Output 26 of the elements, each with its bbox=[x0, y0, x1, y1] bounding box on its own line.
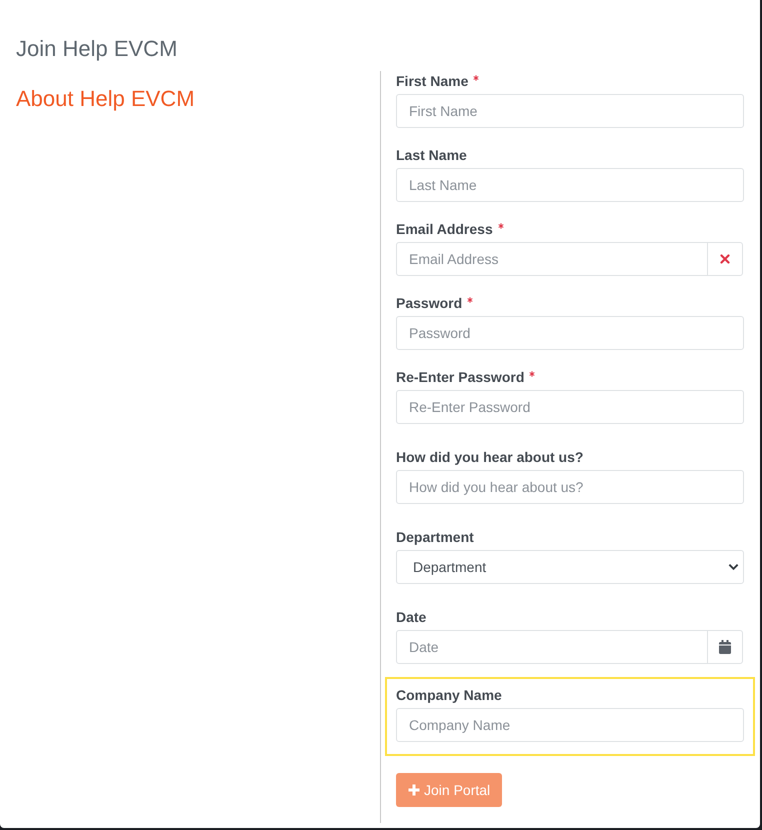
caret-icon bbox=[728, 563, 739, 571]
field-label: How did you hear about us? bbox=[396, 449, 584, 465]
section-heading: About Help EVCM bbox=[16, 85, 196, 113]
calendar-icon bbox=[719, 640, 731, 654]
department-dropdown[interactable]: Department bbox=[396, 550, 744, 584]
input-field[interactable]: Last Name bbox=[396, 168, 744, 202]
calendar-button[interactable] bbox=[707, 630, 743, 664]
clear-button[interactable] bbox=[707, 242, 743, 276]
input-field[interactable]: Email Address bbox=[396, 242, 708, 276]
field-label: Email Address bbox=[396, 221, 493, 237]
input-field[interactable]: Date bbox=[396, 630, 708, 664]
input-field[interactable]: How did you hear about us? bbox=[396, 470, 744, 504]
field-label: Department bbox=[396, 529, 474, 545]
input-field[interactable]: First Name bbox=[396, 94, 744, 128]
input-field[interactable]: Company Name bbox=[396, 708, 744, 742]
field-label: Last Name bbox=[396, 147, 467, 163]
field-label: Password bbox=[396, 295, 462, 311]
field-label: Re-Enter Password bbox=[396, 369, 524, 385]
input-field[interactable]: Re-Enter Password bbox=[396, 390, 744, 424]
page-title: Join Help EVCM bbox=[16, 35, 178, 63]
plus-icon bbox=[408, 784, 420, 796]
field-label: Date bbox=[396, 609, 426, 625]
field-label: Company Name bbox=[396, 687, 502, 703]
field-label: First Name bbox=[396, 73, 468, 89]
close-icon bbox=[720, 254, 730, 264]
input-field[interactable]: Password bbox=[396, 316, 744, 350]
